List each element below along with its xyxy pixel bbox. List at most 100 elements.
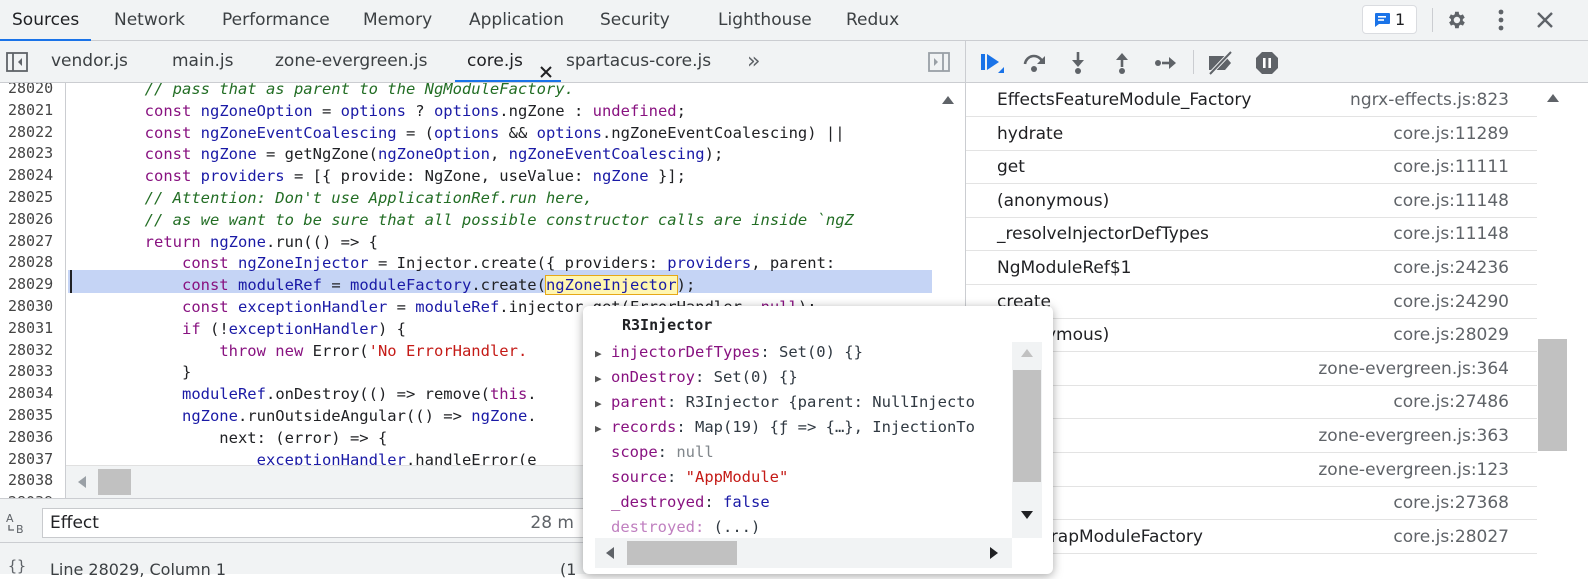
deactivate-breakpoints-button[interactable] — [1204, 49, 1238, 77]
toggle-navigator-button[interactable] — [4, 50, 30, 74]
line-number[interactable]: 28026 — [8, 210, 53, 228]
line-number[interactable]: 28035 — [8, 406, 53, 424]
frame-location[interactable]: zone-evergreen.js:123 — [1318, 460, 1509, 480]
object-property[interactable]: ▶ onDestroy: Set(0) {} — [595, 365, 798, 391]
line-number[interactable]: 28027 — [8, 232, 53, 250]
tab-redux[interactable]: Redux — [846, 0, 899, 40]
file-tab-core[interactable]: core.js — [455, 41, 561, 82]
step-over-button[interactable] — [1019, 49, 1051, 77]
call-frame[interactable]: get core.js:11111 — [966, 151, 1537, 185]
frame-location[interactable]: core.js:27368 — [1393, 493, 1509, 513]
tab-lighthouse[interactable]: Lighthouse — [718, 0, 812, 40]
frame-location[interactable]: core.js:27486 — [1393, 392, 1509, 412]
tab-application[interactable]: Application — [469, 0, 564, 40]
issues-button[interactable]: 1 — [1362, 5, 1417, 34]
scrollbar-thumb[interactable] — [1538, 339, 1567, 451]
step-out-button[interactable] — [1108, 49, 1136, 77]
object-preview-popover[interactable]: R3Injector ▶ injectorDefTypes: Set(0) {} ▶… — [583, 306, 1053, 574]
line-number[interactable]: 28022 — [8, 123, 53, 141]
frame-location[interactable]: core.js:28029 — [1393, 325, 1509, 345]
line-number[interactable]: 28020 — [8, 83, 53, 97]
resume-button[interactable] — [976, 49, 1008, 77]
toggle-debugger-button[interactable] — [926, 50, 952, 74]
line-number[interactable]: 28033 — [8, 362, 53, 380]
frame-location[interactable]: zone-evergreen.js:363 — [1318, 426, 1509, 446]
call-frame[interactable]: NgModuleRef$1 core.js:24236 — [966, 252, 1537, 285]
pause-on-exceptions-button[interactable] — [1252, 49, 1282, 77]
popover-vertical-scrollbar[interactable] — [1012, 342, 1042, 538]
frame-location[interactable]: core.js:28027 — [1393, 527, 1509, 547]
scroll-up-arrow-icon[interactable] — [1546, 93, 1560, 103]
scroll-up-arrow-icon[interactable] — [1020, 348, 1034, 358]
line-number[interactable]: 28036 — [8, 428, 53, 446]
line-number[interactable]: 28028 — [8, 253, 53, 271]
tab-sources[interactable]: Sources — [0, 0, 92, 41]
scroll-left-arrow-icon[interactable] — [605, 546, 615, 560]
frame-location[interactable]: core.js:11289 — [1393, 124, 1509, 144]
more-tabs-button[interactable]: » — [747, 41, 760, 82]
step-button[interactable] — [1150, 49, 1182, 77]
object-property[interactable]: source: "AppModule" — [595, 465, 788, 489]
scrollbar-thumb[interactable] — [1013, 370, 1041, 482]
frame-location[interactable]: ngrx-effects.js:823 — [1350, 90, 1509, 110]
object-property[interactable]: ▶ injectorDefTypes: Set(0) {} — [595, 342, 863, 366]
call-frame[interactable]: (anonymous) core.js:11148 — [966, 185, 1537, 218]
frame-location[interactable]: core.js:11148 — [1393, 191, 1509, 211]
line-number[interactable]: 28032 — [8, 341, 53, 359]
call-frame[interactable]: EffectsFeatureModule_Factory ngrx-effects… — [966, 84, 1537, 117]
object-property[interactable]: ▶ records: Map(19) {ƒ => {…}, InjectionTo — [595, 415, 975, 441]
frame-location[interactable]: core.js:24236 — [1393, 258, 1509, 278]
tab-security[interactable]: Security — [600, 0, 670, 40]
scroll-down-arrow-icon[interactable] — [1020, 510, 1034, 520]
file-tab-vendor[interactable]: vendor.js — [51, 41, 128, 82]
line-number[interactable]: 28038 — [8, 471, 53, 489]
line-number[interactable]: 28023 — [8, 144, 53, 162]
scrollbar-thumb[interactable] — [627, 541, 737, 565]
frame-location[interactable]: core.js:11111 — [1393, 157, 1509, 177]
popover-horizontal-scrollbar[interactable] — [595, 538, 1012, 568]
file-tab-zone-evergreen[interactable]: zone-evergreen.js — [275, 41, 427, 82]
object-property[interactable]: scope: null — [595, 440, 714, 464]
expand-triangle-icon[interactable]: ▶ — [595, 392, 611, 416]
file-tab-main[interactable]: main.js — [172, 41, 233, 82]
sidebar-vertical-scrollbar[interactable] — [1537, 83, 1588, 574]
scroll-up-arrow-icon[interactable] — [941, 95, 955, 105]
object-property[interactable]: destroyed: (...) — [595, 515, 760, 538]
line-number[interactable]: 28025 — [8, 188, 53, 206]
close-devtools-button[interactable] — [1530, 5, 1560, 35]
hovered-token[interactable]: ngZoneInjector — [544, 275, 678, 296]
expand-triangle-icon[interactable]: ▶ — [595, 342, 611, 366]
line-number-gutter[interactable]: 28020 28021 28022 28023 28024 28025 28026 28027… — [0, 83, 66, 498]
find-input[interactable]: Effect 28 m — [42, 508, 587, 538]
tab-performance[interactable]: Performance — [222, 0, 330, 40]
object-property[interactable]: ▶ parent: R3Injector {parent: NullInjecto — [595, 390, 975, 416]
settings-button[interactable] — [1441, 5, 1471, 35]
frame-location[interactable]: zone-evergreen.js:364 — [1318, 359, 1509, 379]
call-frame[interactable]: hydrate core.js:11289 — [966, 118, 1537, 151]
line-number[interactable]: 28030 — [8, 297, 53, 315]
scroll-left-arrow-icon[interactable] — [77, 475, 87, 489]
pretty-print-icon[interactable]: {} — [8, 557, 26, 575]
more-options-button[interactable] — [1486, 5, 1516, 35]
scrollbar-thumb[interactable] — [98, 469, 131, 495]
line-number[interactable]: 28034 — [8, 384, 53, 402]
tab-network[interactable]: Network — [114, 0, 185, 40]
line-number[interactable]: 28029 — [8, 275, 53, 293]
line-number[interactable]: 28037 — [8, 450, 53, 468]
replace-toggle-icon[interactable]: AB — [6, 511, 30, 537]
file-tab-spartacus-core[interactable]: spartacus-core.js — [566, 41, 711, 82]
step-into-button[interactable] — [1064, 49, 1092, 77]
frame-location[interactable]: core.js:11148 — [1393, 224, 1509, 244]
expand-triangle-icon[interactable]: ▶ — [595, 367, 611, 391]
scroll-right-arrow-icon[interactable] — [989, 546, 999, 560]
line-number[interactable]: 28024 — [8, 166, 53, 184]
tab-memory[interactable]: Memory — [363, 0, 432, 40]
object-property[interactable]: _destroyed: false — [595, 490, 770, 514]
frame-location[interactable]: core.js:24290 — [1393, 292, 1509, 312]
call-frame[interactable]: _resolveInjectorDefTypes core.js:11148 — [966, 218, 1537, 252]
object-properties-tree[interactable]: ▶ injectorDefTypes: Set(0) {} ▶ onDestroy: … — [595, 342, 1012, 538]
expand-triangle-icon[interactable]: ▶ — [595, 417, 611, 441]
line-number[interactable]: 28031 — [8, 319, 53, 337]
line-number[interactable]: 28021 — [8, 101, 53, 119]
